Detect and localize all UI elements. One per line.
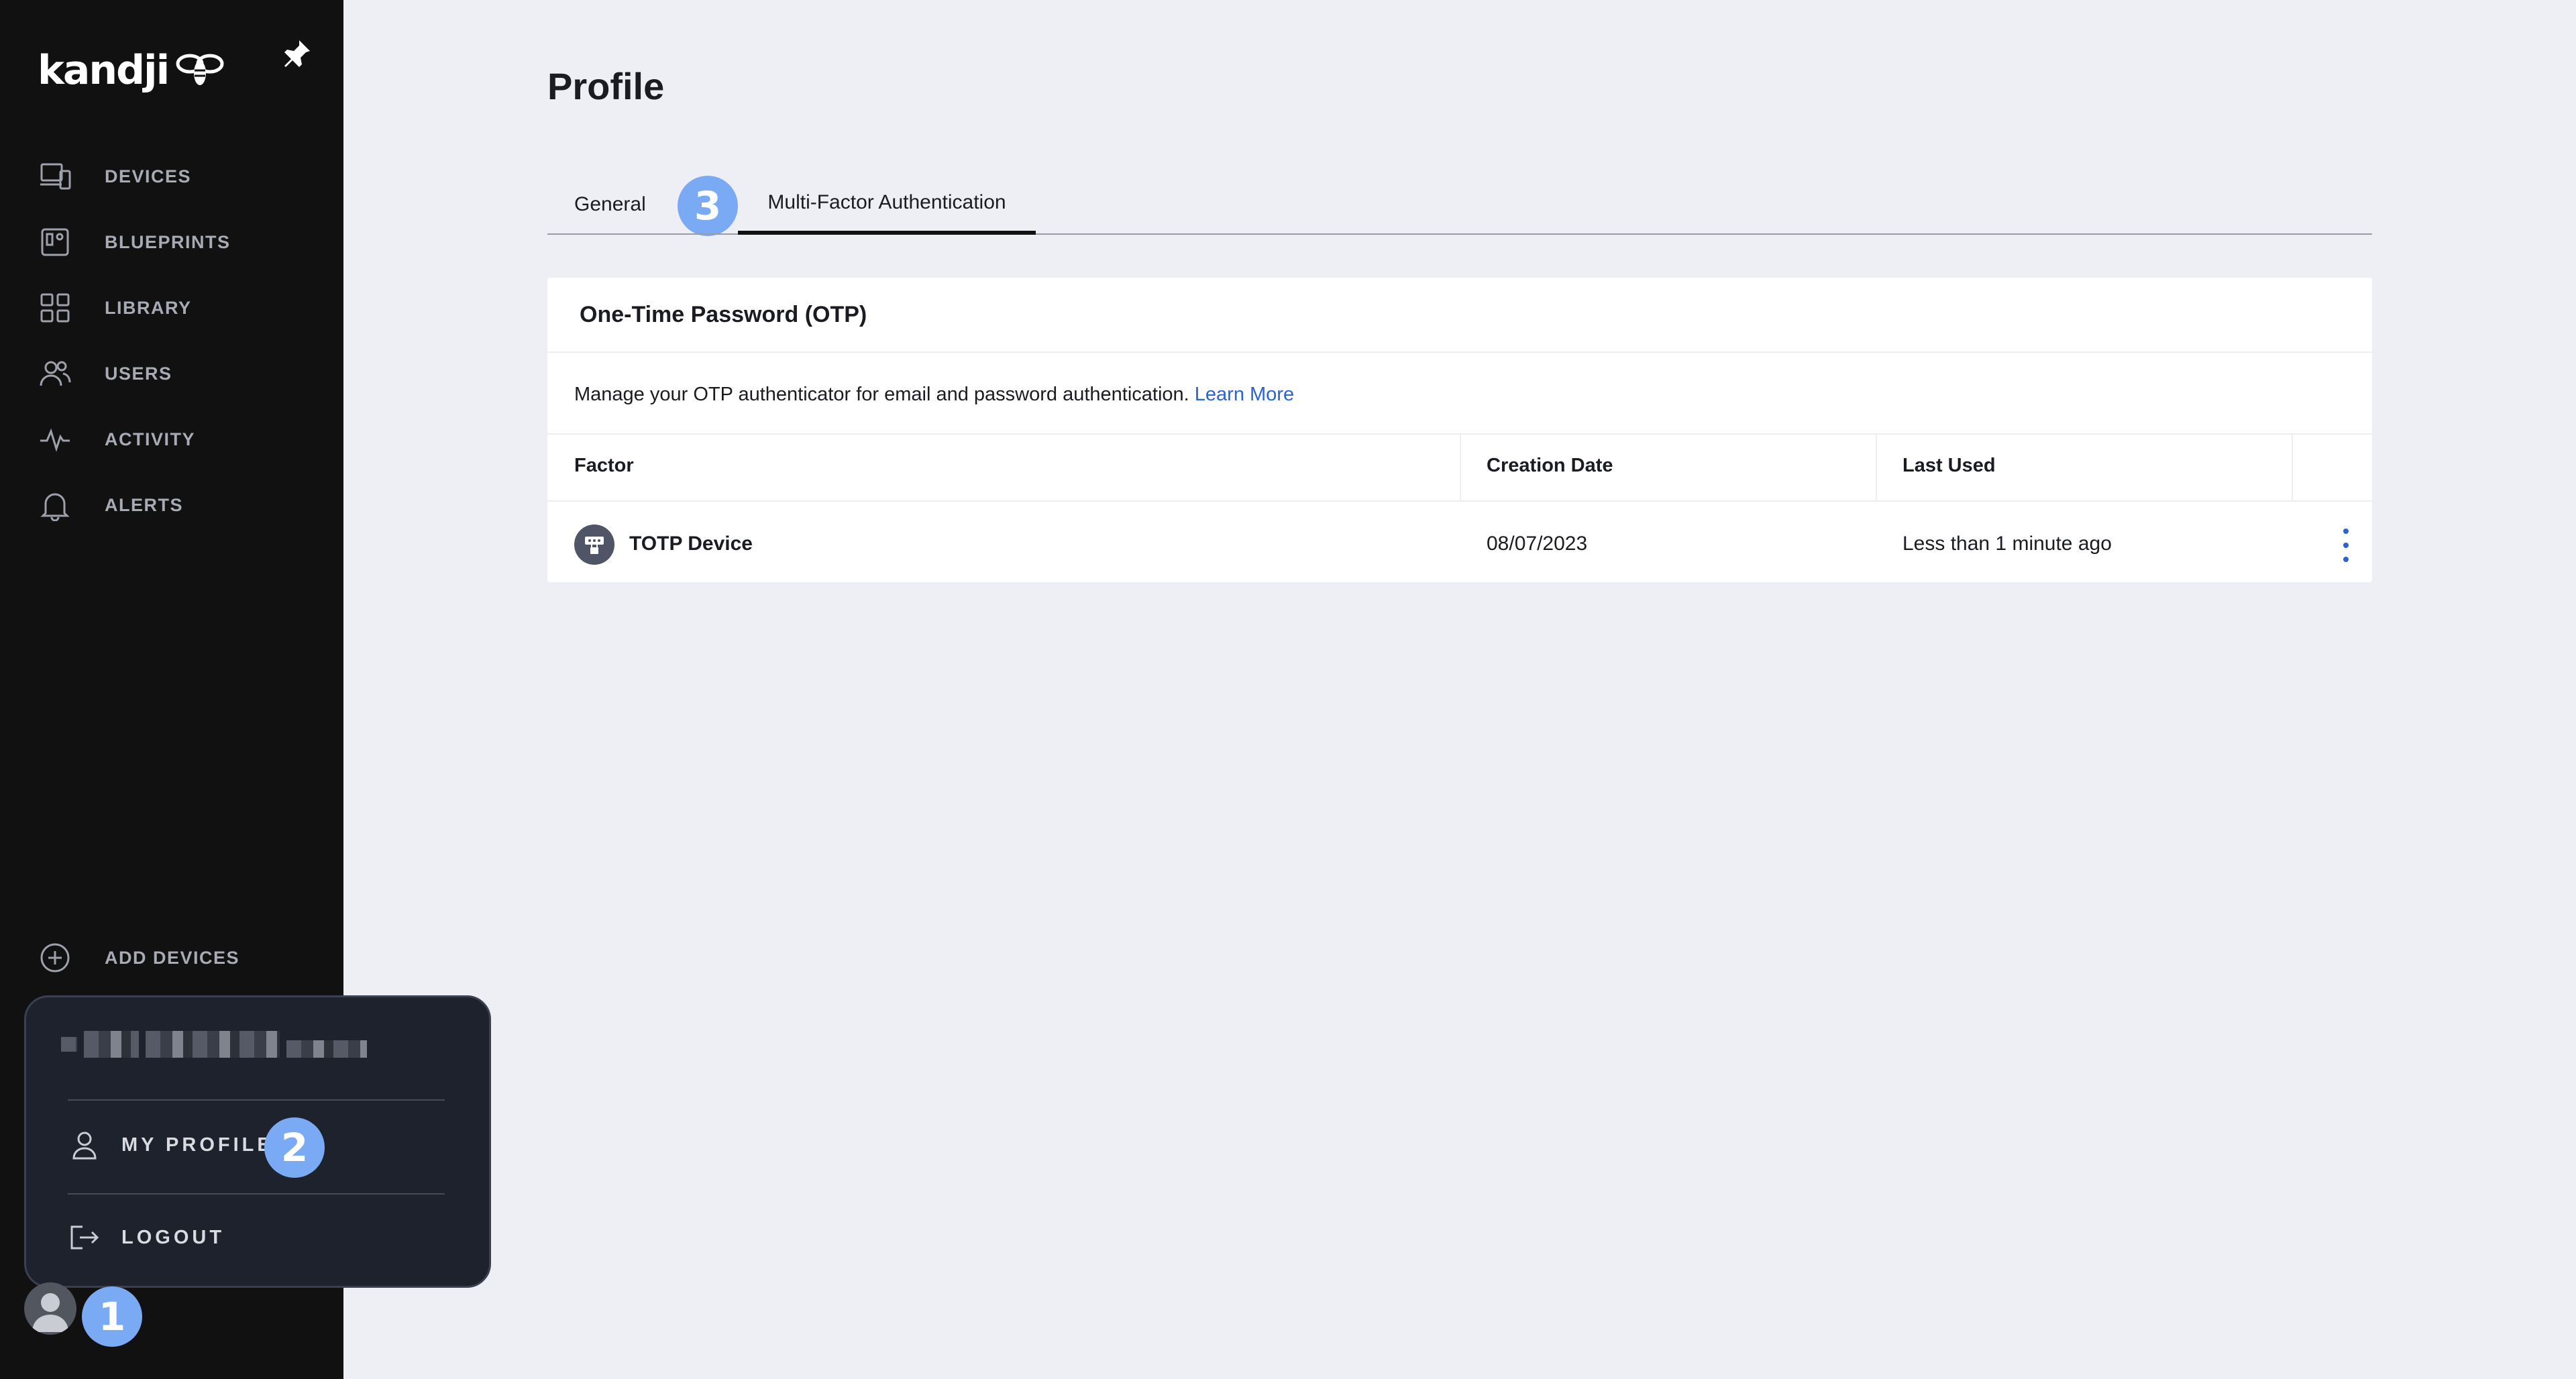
add-devices-label: ADD DEVICES bbox=[105, 947, 240, 968]
creation-date-cell: 08/07/2023 bbox=[1487, 533, 1588, 555]
devices-icon bbox=[38, 159, 72, 194]
page-title: Profile bbox=[547, 65, 665, 107]
tab-multi-factor-authentication[interactable]: Multi-Factor Authentication bbox=[738, 174, 1036, 235]
sidebar-item-devices[interactable]: DEVICES bbox=[0, 144, 343, 209]
totp-device-icon bbox=[574, 525, 614, 565]
divider bbox=[547, 351, 2372, 353]
learn-more-link[interactable]: Learn More bbox=[1195, 384, 1294, 405]
user-menu-popover: MY PROFILE LOGOUT bbox=[24, 995, 491, 1288]
column-divider bbox=[1460, 435, 1461, 500]
sidebar-item-label: ACTIVITY bbox=[105, 429, 196, 449]
user-avatar[interactable] bbox=[24, 1282, 76, 1335]
plus-circle-icon bbox=[38, 940, 72, 975]
column-header-factor[interactable]: Factor bbox=[574, 455, 634, 477]
my-profile-label: MY PROFILE bbox=[121, 1134, 274, 1156]
column-header-last-used[interactable]: Last Used bbox=[1902, 455, 1996, 477]
sidebar-nav: DEVICES BLUEPRINTS LIBRARY USERS ACTIVIT… bbox=[0, 144, 343, 538]
person-icon bbox=[68, 1128, 101, 1162]
sidebar-item-label: LIBRARY bbox=[105, 297, 192, 318]
library-grid-icon bbox=[38, 290, 72, 325]
otp-card-title: One-Time Password (OTP) bbox=[580, 302, 867, 327]
last-used-cell: Less than 1 minute ago bbox=[1902, 533, 2112, 555]
otp-description-text: Manage your OTP authenticator for email … bbox=[574, 384, 1189, 405]
users-icon bbox=[38, 356, 72, 391]
tab-general[interactable]: General bbox=[574, 174, 646, 235]
add-devices-button[interactable]: ADD DEVICES bbox=[0, 926, 343, 990]
sidebar-item-blueprints[interactable]: BLUEPRINTS bbox=[0, 209, 343, 275]
bell-icon bbox=[38, 488, 72, 522]
profile-tabs: General Multi-Factor Authentication bbox=[547, 174, 2372, 235]
my-profile-menu-item[interactable]: MY PROFILE bbox=[68, 1113, 445, 1177]
bee-icon bbox=[175, 50, 225, 91]
sidebar-item-users[interactable]: USERS bbox=[0, 341, 343, 406]
sidebar-item-library[interactable]: LIBRARY bbox=[0, 275, 343, 341]
column-divider bbox=[2292, 435, 2293, 500]
sidebar-item-label: DEVICES bbox=[105, 166, 192, 186]
kandji-logo[interactable]: kandji bbox=[38, 47, 225, 94]
divider bbox=[68, 1193, 445, 1195]
sidebar-item-alerts[interactable]: ALERTS bbox=[0, 472, 343, 538]
divider bbox=[68, 1099, 445, 1101]
step-badge-1: 1 bbox=[82, 1286, 142, 1347]
app-root: kandji DEVICES BLUEPRINTS LIBRARY USERS … bbox=[0, 0, 2576, 1379]
activity-pulse-icon bbox=[38, 422, 72, 457]
sidebar-item-label: USERS bbox=[105, 363, 172, 384]
blueprints-icon bbox=[38, 225, 72, 260]
factor-cell: TOTP Device bbox=[629, 533, 753, 555]
logout-menu-item[interactable]: LOGOUT bbox=[68, 1205, 445, 1270]
divider bbox=[547, 500, 2372, 502]
logout-icon bbox=[68, 1221, 101, 1254]
column-header-creation-date[interactable]: Creation Date bbox=[1487, 455, 1613, 477]
column-divider bbox=[1876, 435, 1877, 500]
sidebar-item-label: ALERTS bbox=[105, 494, 183, 515]
otp-card: One-Time Password (OTP) Manage your OTP … bbox=[547, 278, 2372, 582]
otp-description: Manage your OTP authenticator for email … bbox=[574, 384, 1294, 406]
sidebar-item-label: BLUEPRINTS bbox=[105, 231, 231, 252]
row-actions-kebab-icon[interactable] bbox=[2336, 529, 2356, 562]
logout-label: LOGOUT bbox=[121, 1226, 225, 1248]
step-badge-2: 2 bbox=[264, 1117, 325, 1178]
logo-text: kandji bbox=[38, 47, 170, 94]
user-name-redacted bbox=[61, 1028, 367, 1060]
sidebar-item-activity[interactable]: ACTIVITY bbox=[0, 406, 343, 472]
pin-sidebar-icon[interactable] bbox=[276, 34, 317, 74]
